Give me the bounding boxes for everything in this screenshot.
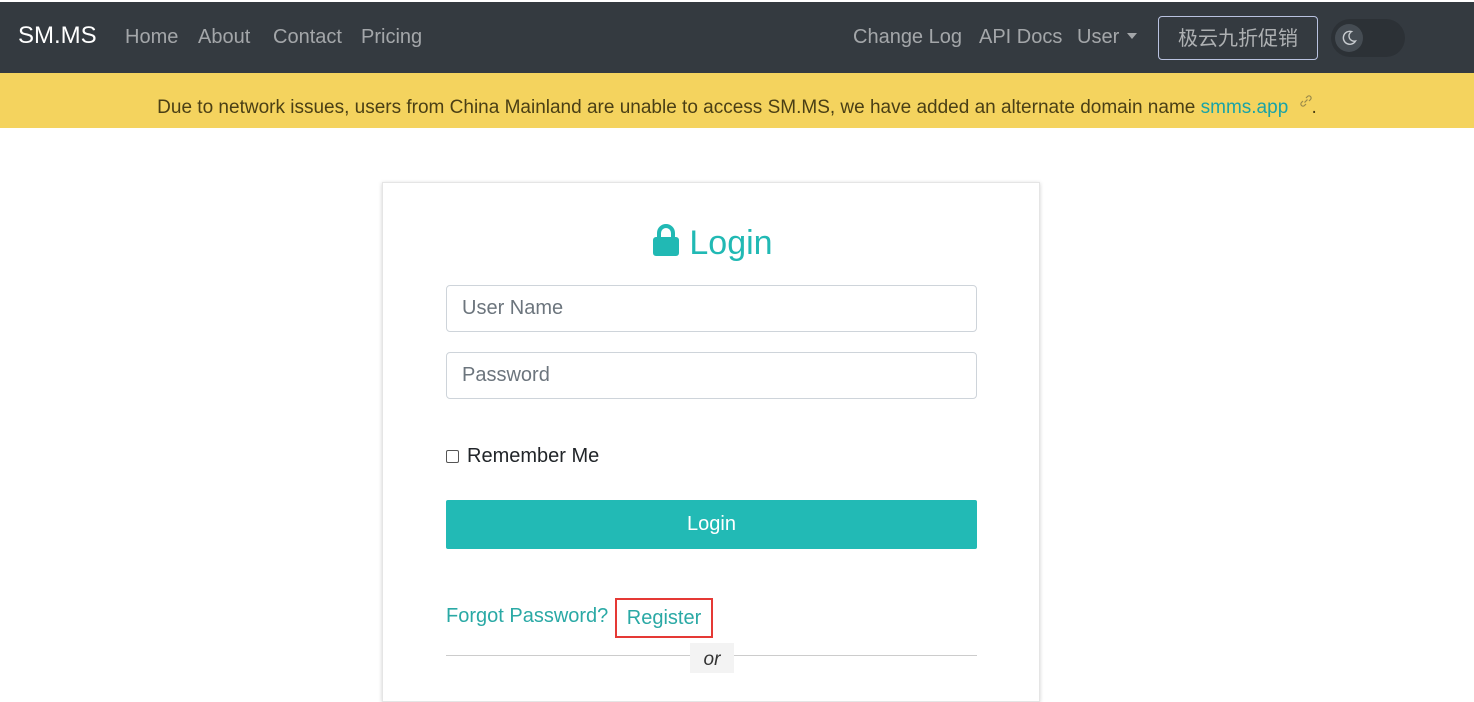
promo-button[interactable]: 极云九折促销 (1158, 16, 1318, 60)
nav-pricing[interactable]: Pricing (361, 26, 422, 49)
user-dropdown[interactable]: User (1077, 26, 1138, 49)
top-navbar: SM.MS Home About Contact Pricing Change … (0, 0, 1474, 73)
user-dropdown-label: User (1077, 26, 1120, 48)
login-heading: Login (383, 223, 1041, 266)
nav-contact[interactable]: Contact (273, 26, 342, 49)
nav-about[interactable]: About (198, 26, 250, 49)
login-card: Login Remember Me Login Forgot Password?… (382, 182, 1040, 702)
nav-home[interactable]: Home (125, 26, 178, 49)
nav-api-docs[interactable]: API Docs (979, 26, 1062, 49)
username-input[interactable] (446, 285, 977, 332)
password-input[interactable] (446, 352, 977, 399)
toggle-knob (1335, 24, 1363, 52)
remember-me-checkbox[interactable] (446, 450, 459, 463)
login-title-text: Login (689, 224, 773, 262)
brand-logo[interactable]: SM.MS (18, 22, 97, 50)
alternate-domain-link[interactable]: smms.app (1201, 97, 1289, 118)
register-link[interactable]: Register (615, 598, 713, 638)
moon-icon (1342, 30, 1357, 45)
alert-suffix: . (1311, 97, 1317, 118)
lock-icon (651, 223, 681, 266)
or-separator: or (690, 643, 734, 673)
domain-notice-alert: Due to network issues, users from China … (0, 73, 1474, 128)
forgot-password-link[interactable]: Forgot Password? (446, 605, 608, 628)
nav-change-log[interactable]: Change Log (853, 26, 962, 49)
external-link-icon (1299, 73, 1312, 131)
caret-down-icon (1127, 33, 1138, 39)
login-button[interactable]: Login (446, 500, 977, 549)
alert-message: Due to network issues, users from China … (157, 97, 1196, 118)
remember-me-row: Remember Me (446, 445, 599, 468)
theme-toggle[interactable] (1331, 19, 1405, 57)
remember-me-label[interactable]: Remember Me (467, 445, 599, 468)
